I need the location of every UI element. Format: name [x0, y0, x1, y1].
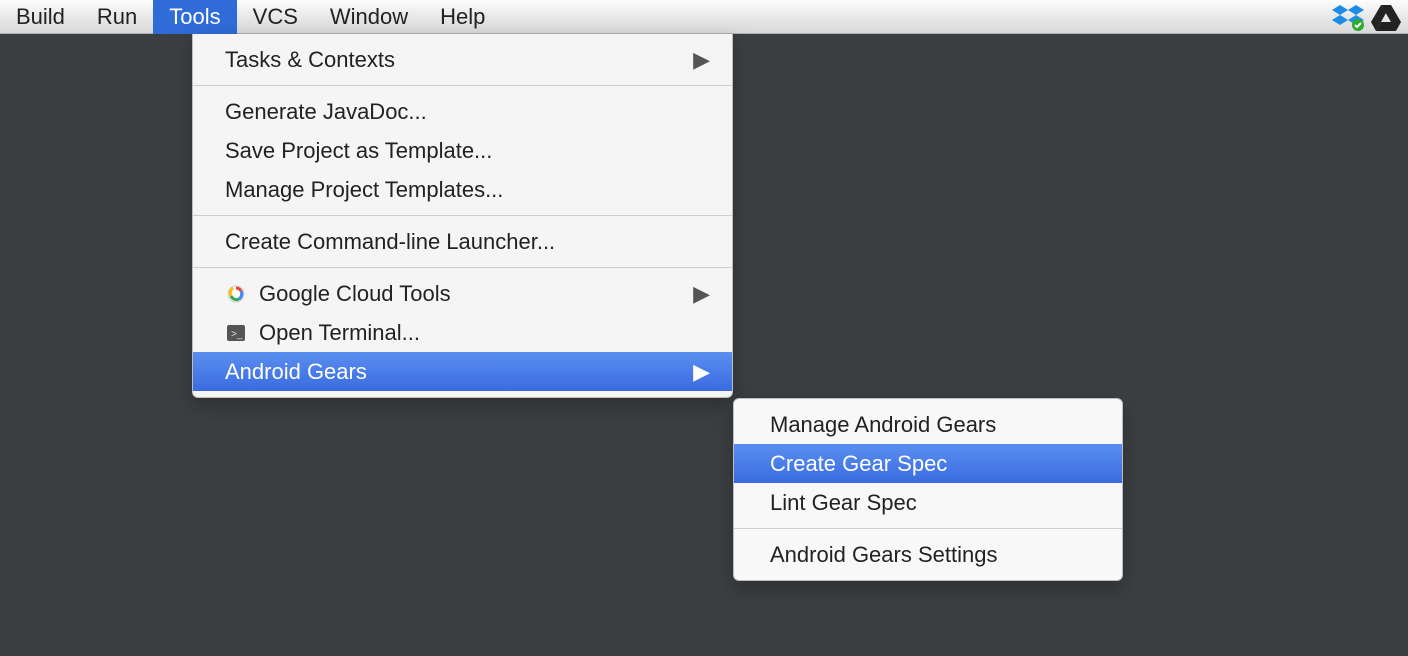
submenu-item-lint-gear-spec[interactable]: Lint Gear Spec	[734, 483, 1122, 522]
config-dropdown-icon[interactable]	[8, 116, 24, 132]
submenu-arrow-icon: ▶	[693, 359, 710, 385]
menu-item-label: Google Cloud Tools	[259, 281, 451, 307]
menu-build[interactable]: Build	[0, 0, 81, 34]
menu-item-label: Manage Android Gears	[770, 412, 996, 438]
menu-item-label: Generate JavaDoc...	[225, 99, 427, 125]
window-title-text-right: ears - [~/Documents/Github/AndroidGears-…	[765, 47, 1278, 73]
terminal-icon: >_	[221, 322, 251, 344]
editor-tab-label: .java	[8, 203, 46, 224]
menu-separator	[193, 85, 732, 86]
gear-icon[interactable]	[40, 320, 62, 347]
submenu-arrow-icon: ▶	[693, 281, 710, 307]
path-bracket: [~	[744, 218, 765, 246]
menu-item-label: Open Terminal...	[259, 320, 420, 346]
menu-item-label: Create Command-line Launcher...	[225, 229, 555, 255]
svg-text:>_: >_	[231, 329, 243, 340]
menu-item-save-project-template[interactable]: Save Project as Template...	[193, 131, 732, 170]
menu-help[interactable]: Help	[424, 0, 501, 34]
menu-item-create-cli-launcher[interactable]: Create Command-line Launcher...	[193, 222, 732, 261]
menu-separator	[193, 267, 732, 268]
menu-item-generate-javadoc[interactable]: Generate JavaDoc...	[193, 92, 732, 131]
run-button-icon[interactable]	[42, 113, 60, 135]
submenu-item-manage-android-gears[interactable]: Manage Android Gears	[734, 405, 1122, 444]
tool-window-bar	[0, 310, 120, 356]
dropbox-icon[interactable]	[1332, 1, 1364, 33]
menu-item-open-terminal[interactable]: >_ Open Terminal...	[193, 313, 732, 352]
submenu-item-android-gears-settings[interactable]: Android Gears Settings	[734, 535, 1122, 574]
menu-tools[interactable]: Tools	[153, 0, 236, 34]
menu-run[interactable]: Run	[81, 0, 153, 34]
menu-separator	[734, 528, 1122, 529]
google-cloud-icon	[221, 283, 251, 305]
close-tab-icon[interactable]: ×	[71, 203, 82, 224]
menu-window[interactable]: Window	[314, 0, 424, 34]
menu-item-google-cloud-tools[interactable]: Google Cloud Tools ▶	[193, 274, 732, 313]
menu-item-label: Tasks & Contexts	[225, 47, 395, 73]
collapse-icon[interactable]	[8, 320, 30, 347]
submenu-item-create-gear-spec[interactable]: Create Gear Spec	[734, 444, 1122, 483]
menu-item-manage-project-templates[interactable]: Manage Project Templates...	[193, 170, 732, 209]
menu-item-android-gears[interactable]: Android Gears ▶	[193, 352, 732, 391]
menu-item-label: Manage Project Templates...	[225, 177, 503, 203]
google-drive-icon[interactable]	[1370, 1, 1402, 33]
wrench-icon[interactable]	[124, 108, 152, 141]
menu-item-tasks-contexts[interactable]: Tasks & Contexts ▶	[193, 40, 732, 79]
debug-button-icon[interactable]	[78, 108, 106, 141]
menu-item-label: Android Gears Settings	[770, 542, 997, 568]
tools-menu-dropdown: Tasks & Contexts ▶ Generate JavaDoc... S…	[192, 34, 733, 398]
editor-tab[interactable]: .java ×	[0, 195, 90, 231]
android-gears-submenu: Manage Android Gears Create Gear Spec Li…	[733, 398, 1123, 581]
macos-menubar: Build Run Tools VCS Window Help	[0, 0, 1408, 34]
menu-item-label: Android Gears	[225, 359, 367, 385]
decorative-distortion	[820, 197, 1140, 237]
menu-separator	[193, 215, 732, 216]
menu-item-label: Lint Gear Spec	[770, 490, 917, 516]
run-toolbar	[0, 96, 190, 152]
submenu-arrow-icon: ▶	[693, 47, 710, 73]
menu-vcs[interactable]: VCS	[237, 0, 314, 34]
hide-icon[interactable]	[72, 320, 94, 347]
svg-text:java: java	[90, 58, 110, 69]
menu-item-label: Create Gear Spec	[770, 451, 947, 477]
java-file-icon: java	[88, 46, 112, 74]
menu-item-label: Save Project as Template...	[225, 138, 492, 164]
